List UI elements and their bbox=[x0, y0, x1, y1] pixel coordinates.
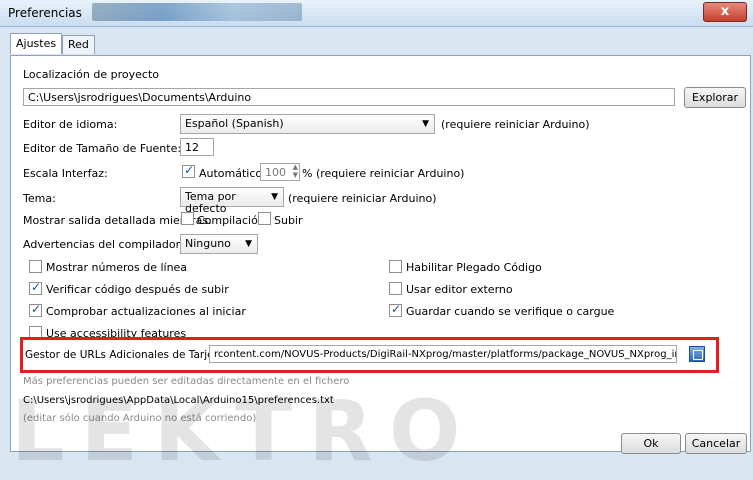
external-editor-label: Usar editor externo bbox=[406, 283, 513, 296]
language-value: Español (Spanish) bbox=[185, 117, 284, 130]
tab-red[interactable]: Red bbox=[62, 35, 95, 54]
font-size-label: Editor de Tamaño de Fuente: bbox=[23, 142, 182, 155]
title-bar: Preferencias x bbox=[0, 0, 753, 27]
chevron-down-icon: ▼ bbox=[271, 192, 278, 202]
line-numbers-label: Mostrar números de línea bbox=[46, 261, 188, 274]
verify-upload-checkbox[interactable] bbox=[29, 280, 42, 295]
external-editor-checkbox[interactable] bbox=[389, 282, 402, 295]
font-size-input[interactable]: 12 bbox=[180, 138, 214, 156]
board-urls-input[interactable]: rcontent.com/NOVUS-Products/DigiRail-NXp… bbox=[209, 345, 677, 363]
verbose-upload-checkbox[interactable] bbox=[258, 212, 271, 225]
theme-note: (requiere reiniciar Arduino) bbox=[288, 192, 437, 205]
warnings-value: Ninguno bbox=[185, 237, 231, 250]
code-folding-checkbox[interactable] bbox=[389, 260, 402, 273]
ok-button[interactable]: Ok bbox=[621, 433, 681, 454]
spin-arrows-icon[interactable]: ▲ ▼ bbox=[293, 163, 298, 179]
theme-label: Tema: bbox=[23, 192, 56, 205]
check-updates-checkbox[interactable] bbox=[29, 302, 42, 317]
save-on-verify-checkbox[interactable] bbox=[389, 302, 402, 317]
verbose-compile-label: Compilación bbox=[197, 214, 265, 227]
scale-spinner[interactable]: 100 ▲ ▼ bbox=[260, 163, 300, 181]
language-select[interactable]: Español (Spanish) ▼ bbox=[180, 114, 435, 134]
language-note: (requiere reiniciar Arduino) bbox=[441, 118, 590, 131]
window-title: Preferencias bbox=[8, 6, 82, 20]
scale-auto-checkbox[interactable] bbox=[182, 163, 195, 178]
close-button[interactable]: x bbox=[703, 2, 747, 22]
tab-ajustes[interactable]: Ajustes bbox=[10, 33, 63, 54]
watermark-logo: LEKTRO bbox=[11, 382, 477, 480]
save-on-verify-label: Guardar cuando se verifique o cargue bbox=[406, 305, 615, 318]
check-updates-label: Comprobar actualizaciones al iniciar bbox=[46, 305, 246, 318]
window-icon[interactable] bbox=[689, 346, 705, 362]
chevron-down-icon: ▼ bbox=[245, 239, 252, 249]
blurred-background-strip bbox=[92, 3, 302, 21]
board-urls-label: Gestor de URLs Adicionales de Tarjetas: bbox=[25, 349, 234, 361]
browse-button[interactable]: Explorar bbox=[684, 87, 746, 108]
cancel-button[interactable]: Cancelar bbox=[685, 433, 747, 454]
warnings-select[interactable]: Ninguno ▼ bbox=[180, 234, 258, 254]
scale-value: 100 bbox=[265, 166, 286, 179]
line-numbers-checkbox[interactable] bbox=[29, 260, 42, 273]
scale-auto-label: Automático bbox=[199, 167, 263, 180]
scale-suffix: % (requiere reiniciar Arduino) bbox=[302, 167, 465, 180]
verbose-compile-checkbox[interactable] bbox=[181, 212, 194, 225]
code-folding-label: Habilitar Plegado Código bbox=[406, 261, 542, 274]
settings-panel: Localización de proyecto C:\Users\jsrodr… bbox=[10, 55, 751, 480]
verbose-upload-label: Subir bbox=[274, 214, 303, 227]
chevron-down-icon: ▼ bbox=[422, 119, 429, 129]
warnings-label: Advertencias del compilador: bbox=[23, 238, 184, 251]
language-label: Editor de idioma: bbox=[23, 118, 118, 131]
verify-upload-label: Verificar código después de subir bbox=[46, 283, 229, 296]
scale-label: Escala Interfaz: bbox=[23, 167, 108, 180]
theme-select[interactable]: Tema por defecto ▼ bbox=[180, 187, 284, 215]
sketchbook-label: Localización de proyecto bbox=[23, 68, 159, 81]
sketchbook-path-input[interactable]: C:\Users\jsrodrigues\Documents\Arduino bbox=[23, 88, 675, 106]
